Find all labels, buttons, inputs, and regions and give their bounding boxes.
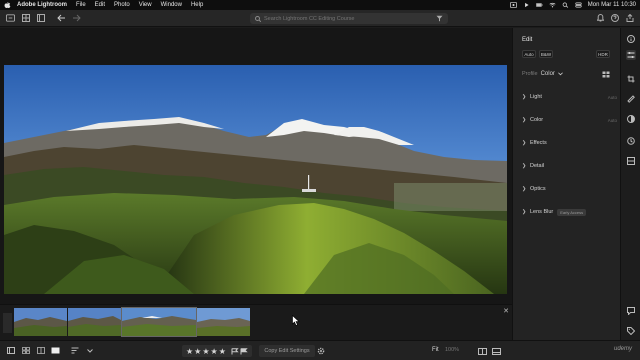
profile-selector[interactable]: Profile Color [522, 71, 563, 77]
section-label: Optics [530, 186, 546, 192]
grid-view-icon[interactable] [21, 14, 30, 23]
sort-icon[interactable] [70, 347, 79, 355]
masking-icon[interactable] [626, 114, 636, 124]
filmstrip-close-icon[interactable]: ✕ [503, 307, 509, 315]
control-center-icon[interactable] [575, 2, 582, 8]
play-icon[interactable] [523, 2, 530, 8]
menu-help[interactable]: Help [191, 2, 203, 8]
rating-stars[interactable]: ★★★★★ [186, 347, 227, 356]
wifi-icon[interactable] [549, 2, 556, 8]
apple-icon[interactable] [4, 1, 11, 9]
filmstrip-thumbnail[interactable] [197, 308, 250, 336]
section-auto[interactable]: Auto [608, 118, 617, 123]
search-bar[interactable] [250, 13, 448, 24]
section-label: Lens Blur [530, 209, 554, 215]
section-detail[interactable]: ❯ Detail [522, 161, 617, 171]
chevron-right-icon: ❯ [522, 163, 527, 169]
filmstrip-thumbnail[interactable] [68, 308, 121, 336]
filmstrip-toggle-icon[interactable] [492, 347, 501, 355]
presets-icon[interactable] [626, 156, 636, 166]
menu-view[interactable]: View [139, 2, 152, 8]
screen-record-icon[interactable] [509, 2, 517, 8]
bottom-toolbar: ★★★★★ Copy Edit Settings Fit 100% [0, 340, 640, 360]
crop-icon[interactable] [626, 74, 636, 84]
profile-browser-icon[interactable] [602, 71, 610, 78]
filmstrip: ✕ [0, 304, 512, 340]
zoom-percent-label[interactable]: 100% [445, 347, 459, 353]
chevron-right-icon: ❯ [522, 117, 527, 123]
photo-canvas[interactable] [0, 28, 512, 304]
auto-button[interactable]: Auto [522, 50, 536, 58]
filmstrip-thumbnail[interactable] [14, 308, 67, 336]
app-toolbar [0, 10, 640, 27]
healing-brush-icon[interactable] [626, 94, 636, 104]
menu-app-name[interactable]: Adobe Lightroom [17, 2, 67, 8]
search-input[interactable] [264, 15, 424, 22]
early-access-badge: Early Access [557, 208, 587, 216]
edit-panel: Edit Auto B&W HDR Profile Color ❯ Light … [512, 28, 620, 340]
menu-window[interactable]: Window [161, 2, 182, 8]
spotlight-icon[interactable] [562, 2, 569, 8]
menubar-clock[interactable]: Mon Mar 11 10:30 [588, 2, 636, 8]
main-photo[interactable] [4, 65, 507, 294]
back-arrow-icon[interactable] [57, 14, 66, 23]
chevron-down-icon[interactable] [558, 72, 563, 76]
help-icon[interactable] [611, 14, 619, 22]
reject-flag-icon[interactable] [240, 347, 248, 355]
menu-file[interactable]: File [76, 2, 86, 8]
detail-view-icon[interactable] [51, 347, 60, 355]
menu-photo[interactable]: Photo [114, 2, 130, 8]
section-effects[interactable]: ❯ Effects [522, 138, 617, 148]
info-icon[interactable] [626, 34, 636, 44]
chevron-down-icon[interactable] [85, 347, 94, 355]
grid-small-icon[interactable] [21, 347, 30, 355]
grid-large-icon[interactable] [36, 347, 45, 355]
hdr-button[interactable]: HDR [596, 50, 610, 58]
section-lens-blur[interactable]: ❯ Lens Blur Early Access [522, 207, 617, 217]
tag-icon[interactable] [626, 326, 636, 336]
flag-icon[interactable] [231, 347, 239, 355]
forward-arrow-icon[interactable] [72, 14, 81, 23]
chevron-right-icon: ❯ [522, 94, 527, 100]
mouse-cursor-icon [292, 315, 300, 326]
settings-gear-icon[interactable] [316, 345, 326, 357]
profile-value[interactable]: Color [541, 71, 555, 77]
search-icon [255, 15, 261, 22]
filter-icon[interactable] [435, 14, 444, 23]
profile-label: Profile [522, 71, 538, 77]
sidebar-icon[interactable] [6, 347, 15, 355]
panel-toggle-icon[interactable] [36, 14, 45, 23]
section-light[interactable]: ❯ Light Auto [522, 92, 617, 102]
menu-edit[interactable]: Edit [95, 2, 105, 8]
star-rating[interactable]: ★★★★★ [182, 345, 252, 357]
chevron-right-icon: ❯ [522, 140, 527, 146]
filmstrip-scroll-handle[interactable] [3, 313, 12, 333]
section-label: Effects [530, 140, 547, 146]
battery-icon[interactable] [535, 2, 543, 8]
copy-edit-settings-button[interactable]: Copy Edit Settings [259, 345, 315, 357]
compare-view-icon[interactable] [478, 347, 487, 355]
chevron-right-icon: ❯ [522, 209, 527, 215]
section-label: Color [530, 117, 544, 123]
udemy-watermark: udemy [614, 346, 633, 352]
section-auto[interactable]: Auto [608, 95, 617, 100]
section-color[interactable]: ❯ Color Auto [522, 115, 617, 125]
bw-button[interactable]: B&W [539, 50, 553, 58]
history-icon[interactable] [626, 136, 636, 146]
section-optics[interactable]: ❯ Optics [522, 184, 617, 194]
zoom-fit-label[interactable]: Fit [432, 347, 439, 353]
comments-icon[interactable] [626, 306, 636, 316]
section-label: Light [530, 94, 542, 100]
edit-sliders-icon[interactable] [626, 50, 636, 60]
filmstrip-thumbnail-selected[interactable] [121, 307, 197, 337]
cloud-sync-icon[interactable] [6, 14, 15, 23]
notification-bell-icon[interactable] [597, 14, 604, 22]
section-label: Detail [530, 163, 545, 169]
chevron-right-icon: ❯ [522, 186, 527, 192]
edit-panel-title: Edit [522, 37, 533, 43]
tool-rail [620, 28, 640, 340]
mac-menubar: Adobe Lightroom File Edit Photo View Win… [0, 0, 640, 10]
share-icon[interactable] [626, 14, 634, 22]
